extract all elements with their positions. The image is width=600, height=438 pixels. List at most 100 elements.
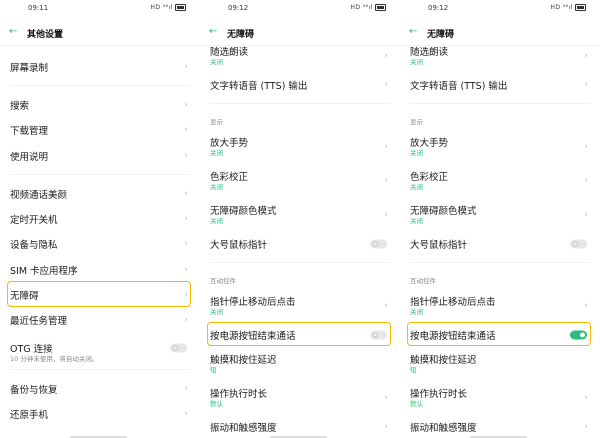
list-item[interactable]: 无障碍 › xyxy=(0,282,200,307)
list-item[interactable]: 最近任务管理 › xyxy=(0,308,200,333)
item-subtitle: 关闭 xyxy=(210,183,223,191)
list-item[interactable]: 放大手势 关闭 › xyxy=(400,130,600,164)
item-title: 触摸和按住延迟 xyxy=(410,355,477,366)
list-item[interactable]: 文字转语音 (TTS) 输出 › xyxy=(200,73,400,97)
toggle-switch[interactable] xyxy=(570,330,587,340)
section-header: 互动控件 xyxy=(400,269,600,289)
chevron-right-icon: › xyxy=(184,290,188,301)
list-item[interactable]: 触摸和按住延迟短 xyxy=(200,347,400,381)
list-item[interactable]: 色彩校正 关闭 › xyxy=(200,164,400,198)
list-item[interactable]: 无障碍颜色模式 关闭 › xyxy=(200,198,400,232)
chevron-right-icon: › xyxy=(184,408,188,419)
list-item[interactable]: 无障碍颜色模式 关闭 › xyxy=(400,198,600,232)
item-title: SIM 卡应用程序 xyxy=(10,265,78,277)
list-item[interactable]: 操作执行时长 默认 › xyxy=(400,381,600,415)
list-item[interactable]: 视频通话美颜 › xyxy=(0,181,200,206)
item-subtitle: 关闭 xyxy=(210,217,223,225)
item-title: 触摸和按住延迟 xyxy=(210,355,277,366)
chevron-right-icon: › xyxy=(184,315,188,326)
chevron-right-icon: › xyxy=(584,51,588,61)
item-subtitle: 10 分钟未使用，将自动关闭。 xyxy=(10,354,99,363)
item-title: 大号鼠标指针 xyxy=(410,240,468,251)
toggle-switch[interactable] xyxy=(370,239,387,249)
section-header: 显示 xyxy=(200,110,400,130)
divider xyxy=(0,168,200,181)
status-icons: HD ⁴⁶ıl xyxy=(150,4,186,11)
divider xyxy=(0,79,200,92)
chevron-right-icon: › xyxy=(584,422,588,432)
divider xyxy=(200,256,400,269)
chevron-right-icon: › xyxy=(384,210,388,220)
list-item[interactable]: 指针停止移动后点击 关闭 › xyxy=(400,289,600,323)
list-item[interactable]: 搜索 › xyxy=(0,92,200,117)
status-time: 09:11 xyxy=(28,4,49,12)
back-arrow-icon[interactable]: ← xyxy=(209,26,217,37)
list-item[interactable]: SIM 卡应用程序 › xyxy=(0,257,200,282)
list-item[interactable]: 指针停止移动后点击 关闭 › xyxy=(200,289,400,323)
item-title: 使用说明 xyxy=(10,151,49,163)
item-title: 备份与恢复 xyxy=(10,384,58,396)
toggle-switch[interactable] xyxy=(170,343,187,353)
chevron-right-icon: › xyxy=(584,142,588,152)
chevron-right-icon: › xyxy=(384,422,388,432)
chevron-right-icon: › xyxy=(584,210,588,220)
signal-icon: HD ⁴⁶ıl xyxy=(550,4,573,11)
item-subtitle: 关闭 xyxy=(410,217,423,225)
item-title: 文字转语音 (TTS) 输出 xyxy=(410,81,508,92)
list-item[interactable]: 操作执行时长 默认 › xyxy=(200,381,400,415)
back-arrow-icon[interactable]: ← xyxy=(9,26,17,37)
back-arrow-icon[interactable]: ← xyxy=(409,26,417,37)
list-item[interactable]: 还原手机 › xyxy=(0,401,200,426)
list-item[interactable]: 备份与恢复 › xyxy=(0,376,200,401)
list-item[interactable]: 触摸和按住延迟短 xyxy=(400,347,600,381)
item-title: 视频通话美颜 xyxy=(10,189,68,201)
item-subtitle: 默认 xyxy=(410,400,423,408)
battery-icon xyxy=(375,4,386,11)
toggle-switch[interactable] xyxy=(570,239,587,249)
settings-list: 屏幕录制 › 搜索 › 下载管理 › 使用说明 › 视频通话美颜 › 定时开关机 › 设备与隐私 › SIM… xyxy=(0,54,200,427)
list-item[interactable]: 文字转语音 (TTS) 输出 › xyxy=(400,73,600,97)
list-item[interactable]: 使用说明 › xyxy=(0,143,200,168)
page-title: 无障碍 xyxy=(427,30,455,40)
item-subtitle: 关闭 xyxy=(410,308,423,316)
list-item[interactable]: 大号鼠标指针 xyxy=(400,232,600,256)
status-time: 09:12 xyxy=(428,4,449,12)
list-item[interactable]: 下载管理 › xyxy=(0,118,200,143)
chevron-right-icon: › xyxy=(384,80,388,90)
item-subtitle: 关闭 xyxy=(210,58,223,66)
list-item[interactable]: 定时开关机 › xyxy=(0,206,200,231)
list-item[interactable]: 设备与隐私 › xyxy=(0,232,200,257)
item-title: 振动和触感强度 xyxy=(410,423,477,434)
list-item[interactable]: 屏幕录制 › xyxy=(0,54,200,79)
status-bar: 09:12 HD ⁴⁶ıl xyxy=(200,4,400,16)
item-title: 振动和触感强度 xyxy=(210,423,277,434)
status-icons: HD ⁴⁶ıl xyxy=(350,4,386,11)
item-subtitle: 默认 xyxy=(210,400,223,408)
section-header: 互动控件 xyxy=(200,269,400,289)
item-title: 无障碍 xyxy=(10,291,39,303)
toggle-switch[interactable] xyxy=(370,330,387,340)
list-item[interactable]: 放大手势 关闭 › xyxy=(200,130,400,164)
list-item[interactable]: 按电源按钮结束通话 xyxy=(400,323,600,347)
chevron-right-icon: › xyxy=(184,99,188,110)
list-item[interactable]: 色彩校正 关闭 › xyxy=(400,164,600,198)
signal-icon: HD ⁴⁶ıl xyxy=(150,4,173,11)
list-item[interactable]: OTG 连接 10 分钟未使用，将自动关闭。 xyxy=(0,333,200,363)
list-item[interactable]: 振动和触感强度 › xyxy=(400,415,600,438)
chevron-right-icon: › xyxy=(184,383,188,394)
item-subtitle: 关闭 xyxy=(410,58,423,66)
chevron-right-icon: › xyxy=(184,61,188,72)
list-item[interactable]: 按电源按钮结束通话 xyxy=(200,323,400,347)
chevron-right-icon: › xyxy=(384,142,388,152)
list-item[interactable]: 振动和触感强度 › xyxy=(200,415,400,438)
chevron-right-icon: › xyxy=(584,393,588,403)
battery-icon xyxy=(175,4,186,11)
item-title: 按电源按钮结束通话 xyxy=(410,331,496,342)
chevron-right-icon: › xyxy=(584,176,588,186)
page-title: 其他设置 xyxy=(27,30,64,40)
list-item[interactable]: 大号鼠标指针 xyxy=(200,232,400,256)
item-title: 大号鼠标指针 xyxy=(210,240,268,251)
battery-icon xyxy=(575,4,586,11)
item-subtitle: 短 xyxy=(410,366,417,374)
page-title: 无障碍 xyxy=(227,30,255,40)
